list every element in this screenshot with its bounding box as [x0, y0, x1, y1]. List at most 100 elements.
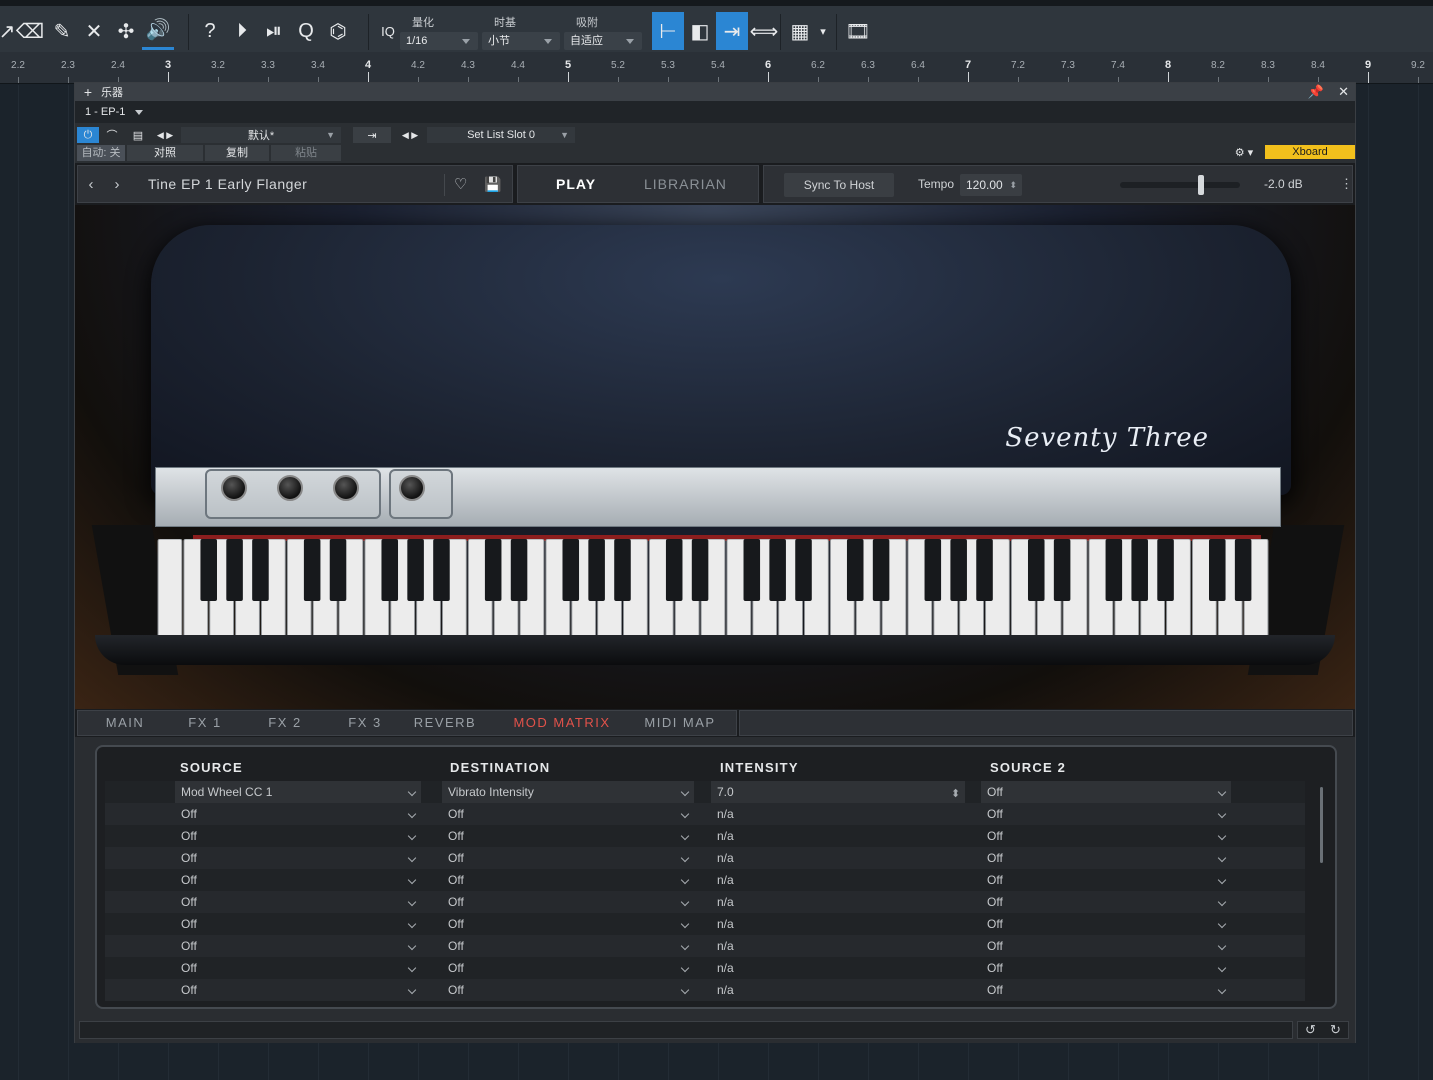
copy-button[interactable]: 复制 — [205, 145, 269, 161]
stepper-icon[interactable]: ⬍ — [1009, 174, 1017, 196]
source2-select[interactable]: Off — [981, 847, 1231, 869]
pin-icon[interactable]: 📌 — [1308, 84, 1324, 100]
snap-to-grid-icon[interactable]: ⊢ — [652, 12, 684, 50]
source-select[interactable]: Off — [175, 913, 421, 935]
sync-to-host-button[interactable]: Sync To Host — [784, 173, 894, 197]
add-icon[interactable]: + — [75, 84, 101, 100]
black-key[interactable] — [329, 539, 347, 601]
vibrato-knob[interactable] — [333, 475, 359, 501]
black-key[interactable] — [510, 539, 528, 601]
black-key[interactable] — [950, 539, 967, 601]
monitor-icon[interactable]: ⌒ — [101, 127, 123, 143]
black-key[interactable] — [846, 539, 864, 601]
source-select[interactable]: Off — [175, 957, 421, 979]
chevron-down-icon[interactable]: ▾ — [816, 12, 830, 50]
quantize-value[interactable]: 1/16 — [400, 32, 478, 50]
black-key[interactable] — [1131, 539, 1148, 601]
mute-tool-icon[interactable]: ✕ — [78, 12, 110, 50]
intensity-field[interactable]: n/a — [711, 869, 965, 891]
black-key[interactable] — [924, 539, 942, 601]
setlist-select[interactable]: Set List Slot 0 ▼ — [427, 127, 575, 143]
window-titlebar[interactable]: + 乐器 📌 ✕ — [75, 83, 1355, 101]
quantize-start-icon[interactable]: ⏵ — [226, 12, 258, 50]
tab-play[interactable]: PLAY — [556, 176, 596, 192]
macro-grid-icon[interactable]: ▦ — [784, 12, 816, 50]
quantize-select[interactable]: 量化 1/16 — [400, 12, 478, 52]
destination-select[interactable]: Off — [442, 979, 694, 1001]
tab-fx3[interactable]: FX 3 — [348, 715, 381, 730]
video-icon[interactable]: 🎞 — [842, 12, 874, 50]
source2-select[interactable]: Off — [981, 869, 1231, 891]
black-key[interactable] — [614, 539, 631, 601]
destination-select[interactable]: Vibrato Intensity — [442, 781, 694, 803]
timebase-value[interactable]: 小节 — [482, 32, 560, 50]
black-key[interactable] — [976, 539, 993, 601]
source-select[interactable]: Off — [175, 935, 421, 957]
volume-slider-thumb[interactable] — [1198, 175, 1204, 195]
auto-off-button[interactable]: 自动: 关 — [77, 145, 125, 161]
preset-prev-next[interactable]: ◀ ▶ — [151, 127, 179, 143]
white-key[interactable] — [157, 539, 183, 643]
split-tool-icon[interactable]: ✣ — [110, 12, 142, 50]
black-key[interactable] — [1105, 539, 1123, 601]
source-select[interactable]: Off — [175, 803, 421, 825]
black-key[interactable] — [872, 539, 890, 601]
intensity-field[interactable]: n/a — [711, 979, 965, 1001]
tab-main[interactable]: MAIN — [106, 715, 145, 730]
power-icon[interactable]: ⏻ — [77, 127, 99, 143]
intensity-field[interactable]: n/a — [711, 847, 965, 869]
black-key[interactable] — [1027, 539, 1045, 601]
source-select[interactable]: Off — [175, 869, 421, 891]
matrix-scrollbar[interactable] — [1320, 787, 1323, 863]
xboard-button[interactable]: Xboard — [1265, 145, 1355, 159]
destination-select[interactable]: Off — [442, 869, 694, 891]
black-key[interactable] — [407, 539, 424, 601]
black-key[interactable] — [484, 539, 502, 601]
quantize-length-icon[interactable]: ⏯ — [258, 12, 290, 50]
more-icon[interactable]: ⋮ — [1340, 176, 1353, 192]
drive-knob[interactable] — [399, 475, 425, 501]
destination-select[interactable]: Off — [442, 913, 694, 935]
destination-select[interactable]: Off — [442, 803, 694, 825]
tab-fx2[interactable]: FX 2 — [268, 715, 301, 730]
pencil-tool-icon[interactable]: ✎ — [46, 12, 78, 50]
tab-librarian[interactable]: LIBRARIAN — [644, 176, 727, 192]
tab-reverb[interactable]: REVERB — [414, 715, 476, 730]
groove-icon[interactable]: ⌬ — [322, 12, 354, 50]
timebase-select[interactable]: 时基 小节 — [482, 12, 560, 52]
undo-icon[interactable]: ↺ — [1305, 1022, 1316, 1038]
source2-select[interactable]: Off — [981, 957, 1231, 979]
preset-name[interactable]: Tine EP 1 Early Flanger — [148, 176, 428, 192]
black-key[interactable] — [691, 539, 709, 601]
arrow-tool-icon[interactable]: ↗ — [0, 12, 15, 50]
black-key[interactable] — [303, 539, 321, 601]
eraser-tool-icon[interactable]: ⌫ — [14, 12, 46, 50]
source-select[interactable]: Off — [175, 825, 421, 847]
black-key[interactable] — [433, 539, 450, 601]
black-key[interactable] — [769, 539, 786, 601]
destination-select[interactable]: Off — [442, 935, 694, 957]
black-key[interactable] — [665, 539, 683, 601]
snap-to-events-icon[interactable]: ◧ — [684, 12, 716, 50]
black-key[interactable] — [226, 539, 243, 601]
save-icon[interactable]: 💾 — [484, 176, 501, 193]
piano-keyboard[interactable] — [157, 539, 1269, 643]
black-key[interactable] — [1157, 539, 1174, 601]
destination-select[interactable]: Off — [442, 891, 694, 913]
destination-select[interactable]: Off — [442, 825, 694, 847]
snap-value[interactable]: 自适应 — [564, 32, 642, 50]
bass-knob[interactable] — [277, 475, 303, 501]
source-select[interactable]: Mod Wheel CC 1 — [175, 781, 421, 803]
source-select[interactable]: Off — [175, 979, 421, 1001]
tab-mod-matrix[interactable]: MOD MATRIX — [513, 715, 610, 730]
gear-icon[interactable]: ⚙ ▾ — [1229, 145, 1259, 161]
chevron-down-icon[interactable] — [135, 109, 144, 115]
heart-icon[interactable]: ♡ — [454, 175, 467, 193]
timeline-ruler[interactable]: 2.2 2.3 2.4 3 3.2 3.3 3.4 4 4.2 4.3 4.4 5 5.2 5.3 5.4 6… — [0, 52, 1433, 84]
intensity-field[interactable]: 7.0 ⬍ — [711, 781, 965, 803]
chevron-left-icon[interactable]: ‹ — [78, 176, 104, 193]
black-key[interactable] — [1053, 539, 1071, 601]
black-key[interactable] — [200, 539, 217, 601]
intensity-field[interactable]: n/a — [711, 957, 965, 979]
black-key[interactable] — [1209, 539, 1226, 601]
